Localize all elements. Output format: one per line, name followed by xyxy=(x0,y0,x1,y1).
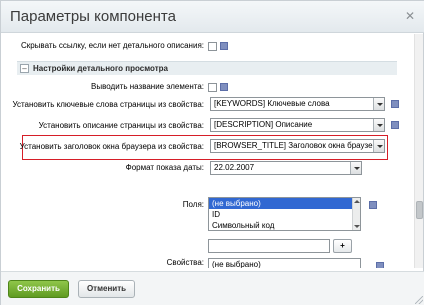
description-label: Установить описание страницы из свойства… xyxy=(38,121,204,130)
component-parameters-dialog: Параметры компонента ✕ Скрывать ссылку, … xyxy=(0,0,424,305)
properties-value: (не выбрано) xyxy=(212,260,261,268)
section-title: Настройки детального просмотра xyxy=(33,64,168,73)
close-icon[interactable]: ✕ xyxy=(404,10,416,22)
list-item[interactable]: (не выбрано) xyxy=(209,198,360,209)
chevron-down-icon[interactable] xyxy=(373,98,384,110)
date-format-label: Формат показа даты: xyxy=(125,163,204,172)
detail-view-section-header[interactable]: – Настройки детального просмотра xyxy=(17,61,397,75)
hide-link-checkbox[interactable] xyxy=(208,42,217,51)
help-icon[interactable] xyxy=(369,201,377,209)
dialog-content: Скрывать ссылку, если нет детального опи… xyxy=(1,34,424,268)
dialog-footer: Сохранить Отменить xyxy=(1,271,424,305)
resize-handle-icon[interactable] xyxy=(415,296,423,304)
keywords-select[interactable]: [KEYWORDS] Ключевые слова xyxy=(210,97,385,111)
show-name-checkbox[interactable] xyxy=(208,83,217,92)
fields-add-input[interactable] xyxy=(208,239,330,253)
properties-label: Свойства: xyxy=(166,258,204,267)
fields-listbox[interactable]: (не выбрано) ID Символьный код xyxy=(208,197,361,231)
chevron-down-icon[interactable] xyxy=(373,119,384,131)
save-button[interactable]: Сохранить xyxy=(8,280,69,298)
description-value: [DESCRIPTION] Описание xyxy=(214,120,313,129)
chevron-down-icon[interactable] xyxy=(373,140,384,152)
hide-link-label: Скрывать ссылку, если нет детального опи… xyxy=(20,41,204,50)
properties-listbox[interactable]: (не выбрано) xyxy=(208,258,361,268)
keywords-label: Установить ключевые слова страницы из св… xyxy=(12,100,204,109)
browser-title-value: [BROWSER_TITLE] Заголовок окна браузера xyxy=(214,141,382,150)
help-icon[interactable] xyxy=(220,83,228,91)
add-field-button[interactable]: + xyxy=(333,239,352,253)
help-icon[interactable] xyxy=(391,121,399,129)
date-format-select[interactable]: 22.02.2007 xyxy=(210,161,362,175)
help-icon[interactable] xyxy=(376,262,384,268)
description-select[interactable]: [DESCRIPTION] Описание xyxy=(210,118,385,132)
fields-label: Поля: xyxy=(182,200,204,209)
keywords-value: [KEYWORDS] Ключевые слова xyxy=(214,99,330,108)
show-name-label: Выводить название элемента: xyxy=(91,82,204,91)
dialog-title: Параметры компонента xyxy=(10,8,176,25)
content-scrollbar[interactable] xyxy=(414,34,423,268)
help-icon[interactable] xyxy=(220,42,228,50)
scroll-up-icon[interactable] xyxy=(354,200,360,203)
browser-title-label: Установить заголовок окна браузера из св… xyxy=(19,142,204,151)
listbox-scrollbar[interactable] xyxy=(352,198,360,230)
list-item[interactable]: ID xyxy=(209,209,360,220)
date-format-value: 22.02.2007 xyxy=(214,163,255,172)
chevron-down-icon[interactable] xyxy=(350,162,361,174)
cancel-button[interactable]: Отменить xyxy=(78,280,135,298)
list-item[interactable]: Символьный код xyxy=(209,220,360,230)
scroll-down-icon[interactable] xyxy=(354,225,360,228)
dialog-titlebar[interactable]: Параметры компонента ✕ xyxy=(1,1,424,33)
help-icon[interactable] xyxy=(391,100,399,108)
collapse-toggle-icon[interactable]: – xyxy=(20,64,29,73)
browser-title-select[interactable]: [BROWSER_TITLE] Заголовок окна браузера xyxy=(210,139,385,153)
scrollbar-thumb[interactable] xyxy=(416,201,423,219)
